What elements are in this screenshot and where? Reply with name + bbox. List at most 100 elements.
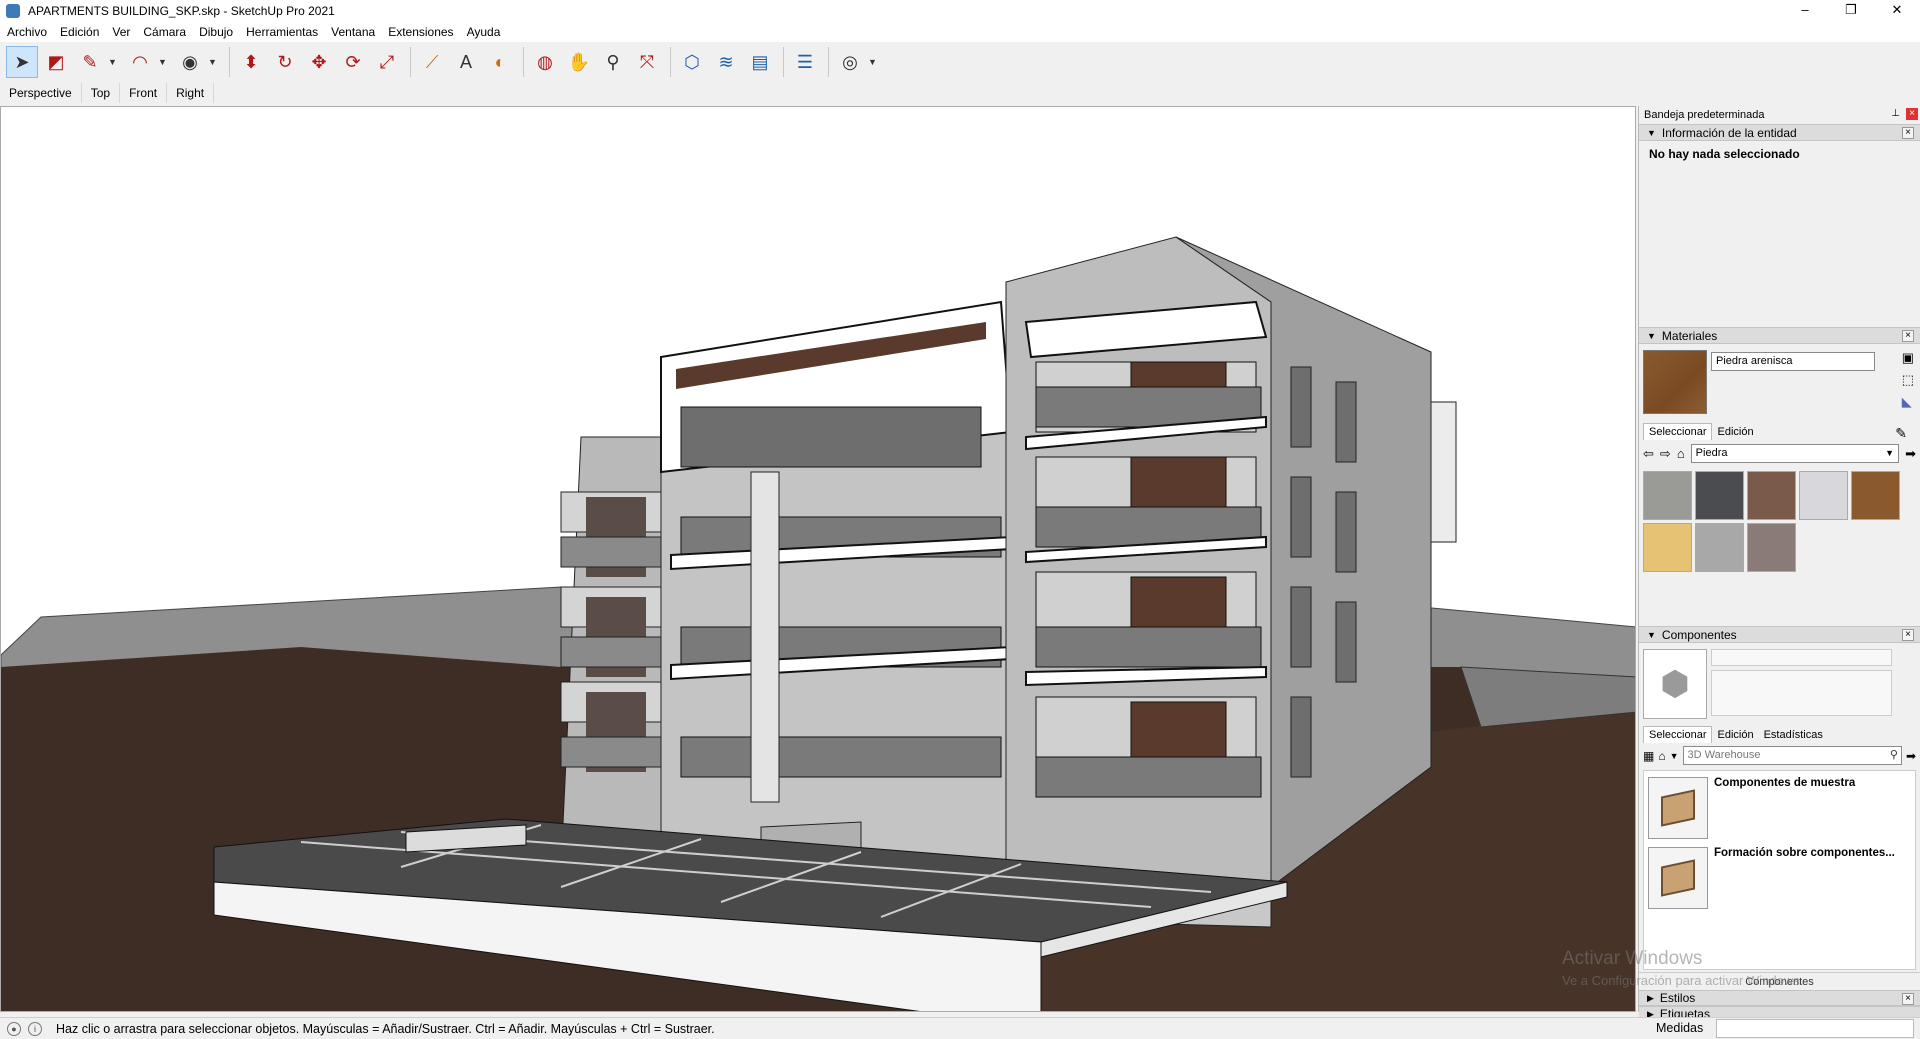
list-item[interactable]: Componentes de muestra bbox=[1644, 771, 1915, 841]
follow-me-tool-icon[interactable]: ↻ bbox=[269, 46, 301, 78]
back-arrow-icon[interactable]: ⇦ bbox=[1643, 446, 1654, 462]
material-swatch[interactable] bbox=[1747, 523, 1796, 572]
menu-extensiones[interactable]: Extensiones bbox=[381, 25, 459, 39]
component-name-field[interactable] bbox=[1711, 649, 1892, 666]
tray-close-icon[interactable]: × bbox=[1906, 108, 1918, 120]
material-swatch[interactable] bbox=[1799, 471, 1848, 520]
pan-tool-icon[interactable]: ✋ bbox=[563, 46, 595, 78]
component-folder-icon bbox=[1648, 777, 1708, 839]
line-tool-dropdown-icon[interactable]: ▼ bbox=[108, 57, 120, 67]
menu-ventana[interactable]: Ventana bbox=[324, 25, 381, 39]
material-swatch[interactable] bbox=[1747, 471, 1796, 520]
close-button[interactable]: ✕ bbox=[1874, 0, 1920, 22]
extension-warehouse-icon[interactable]: ≋ bbox=[710, 46, 742, 78]
select-tool-icon[interactable]: ➤ bbox=[6, 46, 38, 78]
zoom-extents-tool-icon[interactable]: ⤧ bbox=[631, 46, 663, 78]
navigation-dropdown-icon[interactable]: ▼ bbox=[1670, 751, 1679, 761]
scene-tab-perspective[interactable]: Perspective bbox=[0, 83, 82, 103]
menu-archivo[interactable]: Archivo bbox=[0, 25, 53, 39]
layout-icon[interactable]: ▤ bbox=[744, 46, 776, 78]
styles-title: Estilos bbox=[1659, 991, 1696, 1005]
material-name-field[interactable]: Piedra arenisca bbox=[1711, 352, 1875, 371]
geolocation-icon[interactable]: ● bbox=[7, 1021, 21, 1036]
view-options-icon[interactable]: ▦ bbox=[1643, 749, 1654, 763]
eraser-tool-icon[interactable]: ◩ bbox=[40, 46, 72, 78]
panel-close-icon[interactable]: × bbox=[1902, 127, 1914, 139]
shape-tool-icon[interactable]: ◉ bbox=[174, 46, 206, 78]
tab-estadisticas[interactable]: Estadísticas bbox=[1759, 727, 1828, 743]
arc-tool-dropdown-icon[interactable]: ▼ bbox=[158, 57, 170, 67]
material-swatch[interactable] bbox=[1695, 523, 1744, 572]
panel-close-icon[interactable]: × bbox=[1902, 993, 1914, 1005]
minimize-button[interactable]: – bbox=[1782, 0, 1828, 22]
watermark-line1: Activar Windows bbox=[1562, 948, 1703, 969]
extension-manager-icon[interactable]: ☰ bbox=[789, 46, 821, 78]
info-icon[interactable]: i bbox=[28, 1021, 42, 1036]
material-library-select[interactable]: Piedra ▼ bbox=[1690, 444, 1900, 463]
menu-herramientas[interactable]: Herramientas bbox=[239, 25, 324, 39]
orbit-tool-icon[interactable]: ◍ bbox=[529, 46, 561, 78]
material-swatch[interactable] bbox=[1643, 523, 1692, 572]
component-item-label: Componentes de muestra bbox=[1714, 777, 1856, 789]
styles-header[interactable]: ▶ Estilos × bbox=[1639, 990, 1920, 1006]
maximize-button[interactable]: ❐ bbox=[1828, 0, 1874, 22]
collapse-triangle-icon: ▼ bbox=[1647, 629, 1656, 640]
entity-info-title: Información de la entidad bbox=[1661, 125, 1797, 140]
materials-header[interactable]: ▼ Materiales × bbox=[1639, 327, 1920, 344]
toolbar-separator bbox=[783, 47, 784, 77]
menu-camara[interactable]: Cámara bbox=[136, 25, 192, 39]
text-tool-icon[interactable]: A bbox=[450, 46, 482, 78]
panel-close-icon[interactable]: × bbox=[1902, 330, 1914, 342]
panel-close-icon[interactable]: × bbox=[1902, 629, 1914, 641]
menu-ver[interactable]: Ver bbox=[105, 25, 136, 39]
default-material-icon[interactable]: ◣ bbox=[1902, 394, 1914, 410]
account-dropdown-icon[interactable]: ▼ bbox=[868, 57, 880, 67]
scene-tab-right[interactable]: Right bbox=[167, 83, 215, 103]
home-icon[interactable]: ⌂ bbox=[1658, 749, 1665, 763]
arc-tool-icon[interactable]: ◠ bbox=[124, 46, 156, 78]
pin-icon[interactable]: ⊥ bbox=[1891, 108, 1900, 119]
tab-edicion[interactable]: Edición bbox=[1712, 727, 1758, 743]
push-pull-tool-icon[interactable]: ⬍ bbox=[235, 46, 267, 78]
zoom-tool-icon[interactable]: ⚲ bbox=[597, 46, 629, 78]
paint-bucket-tool-icon[interactable]: ◐ bbox=[484, 46, 516, 78]
search-icon[interactable]: ⚲ bbox=[1890, 747, 1898, 764]
details-arrow-icon[interactable]: ➡ bbox=[1906, 749, 1916, 763]
move-tool-icon[interactable]: ✥ bbox=[303, 46, 335, 78]
scene-tab-front[interactable]: Front bbox=[120, 83, 168, 103]
measurements-input[interactable] bbox=[1716, 1019, 1914, 1038]
list-item[interactable]: Formación sobre componentes... bbox=[1644, 841, 1915, 911]
menu-ayuda[interactable]: Ayuda bbox=[460, 25, 507, 39]
entity-info-header[interactable]: ▼ Información de la entidad × bbox=[1639, 124, 1920, 141]
component-description-field[interactable] bbox=[1711, 670, 1892, 716]
component-preview-cube-icon: ⬢ bbox=[1643, 649, 1707, 719]
sample-paint-icon[interactable]: ✎ bbox=[1890, 423, 1912, 444]
forward-arrow-icon[interactable]: ⇨ bbox=[1660, 446, 1671, 462]
shape-tool-dropdown-icon[interactable]: ▼ bbox=[208, 57, 220, 67]
tab-seleccionar[interactable]: Seleccionar bbox=[1643, 726, 1713, 743]
component-folder-icon bbox=[1648, 847, 1708, 909]
tab-seleccionar[interactable]: Seleccionar bbox=[1643, 423, 1713, 440]
details-arrow-icon[interactable]: ➡ bbox=[1905, 446, 1916, 462]
toolbar-separator bbox=[670, 47, 671, 77]
material-swatch[interactable] bbox=[1695, 471, 1744, 520]
create-material-icon[interactable]: ⬚ bbox=[1902, 372, 1914, 388]
material-swatch[interactable] bbox=[1851, 471, 1900, 520]
line-tool-icon[interactable]: ✎ bbox=[74, 46, 106, 78]
material-swatch[interactable] bbox=[1643, 471, 1692, 520]
model-viewport[interactable] bbox=[0, 106, 1636, 1012]
scene-tab-top[interactable]: Top bbox=[82, 83, 121, 103]
components-header[interactable]: ▼ Componentes × bbox=[1639, 626, 1920, 643]
menu-dibujo[interactable]: Dibujo bbox=[192, 25, 239, 39]
tape-measure-tool-icon[interactable]: ⟋ bbox=[416, 46, 448, 78]
tab-edicion[interactable]: Edición bbox=[1712, 424, 1758, 440]
3d-warehouse-icon[interactable]: ⬡ bbox=[676, 46, 708, 78]
rotate-tool-icon[interactable]: ⟳ bbox=[337, 46, 369, 78]
scale-tool-icon[interactable]: ⤢ bbox=[371, 46, 403, 78]
menu-edicion[interactable]: Edición bbox=[53, 25, 105, 39]
home-icon[interactable]: ⌂ bbox=[1677, 446, 1685, 461]
display-secondary-icon[interactable]: ▣ bbox=[1902, 350, 1914, 366]
account-icon[interactable]: ◎ bbox=[834, 46, 866, 78]
warehouse-search-input[interactable]: 3D Warehouse ⚲ bbox=[1682, 746, 1902, 765]
current-material-swatch[interactable] bbox=[1643, 350, 1707, 414]
